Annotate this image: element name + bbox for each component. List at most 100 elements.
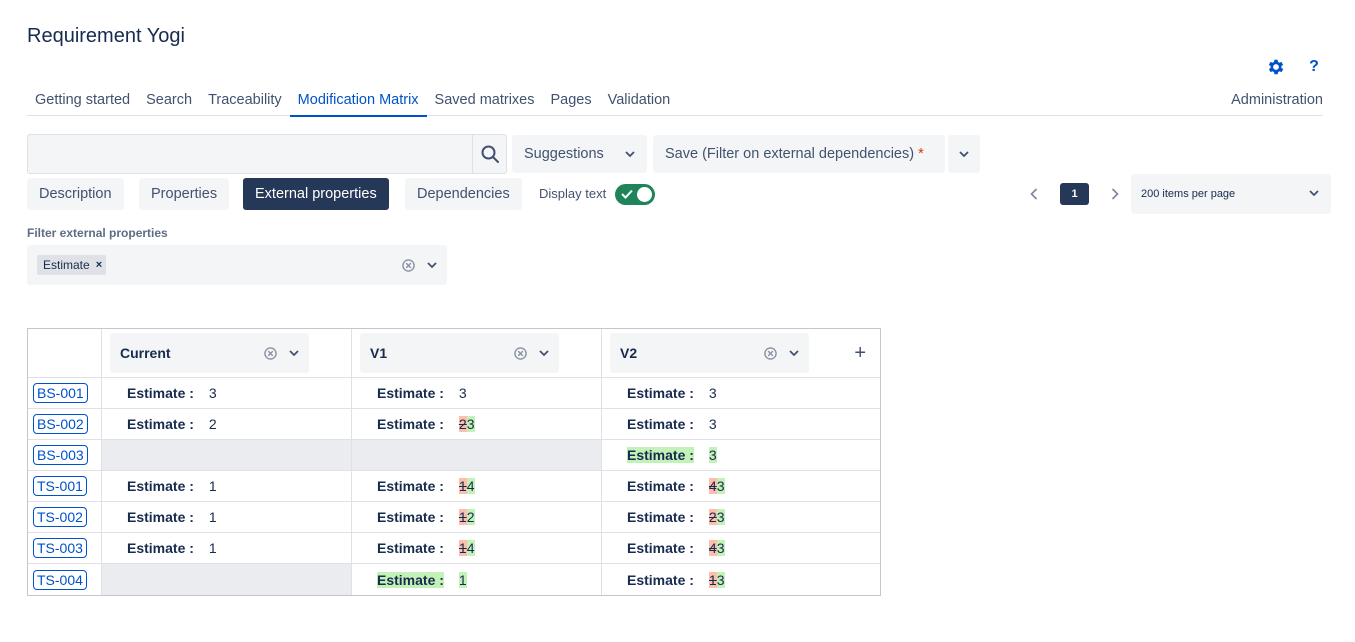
property-name: Estimate :	[627, 509, 694, 525]
toggle-knob	[637, 187, 652, 202]
property-cell: Estimate : 14	[352, 471, 602, 501]
tab-validation[interactable]: Validation	[600, 86, 679, 115]
property-value: 13	[708, 571, 725, 588]
requirement-key-link[interactable]: BS-003	[33, 445, 88, 465]
value-text: 1	[208, 509, 217, 525]
property-cell: Estimate : 3	[602, 409, 880, 439]
property-entry: Estimate : 3	[602, 447, 717, 463]
filter-external-properties-label: Filter external properties	[27, 226, 168, 240]
requirement-key-link[interactable]: TS-001	[33, 476, 87, 496]
chevron-down-icon	[959, 146, 969, 162]
suggestions-button[interactable]: Suggestions	[512, 135, 647, 173]
property-name: Estimate :	[377, 571, 444, 588]
top-icons: ?	[1265, 56, 1325, 78]
tab-administration[interactable]: Administration	[1223, 86, 1323, 115]
value-text: 1	[208, 540, 217, 556]
chevron-down-icon	[1309, 188, 1319, 200]
column-header-v1: V1	[352, 329, 602, 377]
property-value: 12	[458, 509, 475, 525]
table-row: TS-004 Estimate :1 Estimate :13	[28, 564, 880, 595]
added-value: 2	[466, 509, 475, 525]
tab-modification-matrix[interactable]: Modification Matrix	[289, 86, 427, 117]
table-row: TS-001 Estimate :1 Estimate :14 Estimate :4…	[28, 471, 880, 502]
chip-remove-icon[interactable]: ×	[96, 259, 102, 271]
property-name: Estimate :	[127, 540, 194, 556]
display-text-toggle[interactable]	[615, 184, 655, 205]
property-entry: Estimate : 12	[352, 509, 475, 525]
save-label: Save (Filter on external dependencies)	[665, 146, 915, 162]
matrix-header-row: Current V1 V2 +	[28, 329, 880, 378]
property-value: 3	[459, 385, 467, 401]
filter-chip-label: Estimate	[43, 258, 90, 272]
question-icon[interactable]: ?	[1303, 56, 1325, 78]
table-row: BS-001 Estimate : 3 Estimate : 3 Estimate : 3	[28, 378, 880, 409]
column-select-v2[interactable]: V2	[610, 333, 809, 373]
search-input[interactable]	[28, 135, 472, 173]
property-entry: Estimate : 1	[102, 478, 217, 494]
tab-pages[interactable]: Pages	[542, 86, 599, 115]
removed-value: 1	[458, 478, 467, 494]
removed-value: 4	[708, 540, 717, 556]
property-entry: Estimate : 1	[102, 509, 217, 525]
removed-value: 1	[708, 571, 717, 588]
subtab-dependencies[interactable]: Dependencies	[405, 178, 522, 210]
property-cell: Estimate : 12	[352, 502, 602, 532]
tab-traceability[interactable]: Traceability	[200, 86, 290, 115]
clear-icon[interactable]	[402, 258, 415, 272]
value-text: 3	[708, 385, 717, 401]
chevron-down-icon[interactable]	[289, 349, 299, 357]
value-text: 3	[708, 447, 717, 463]
property-name: Estimate :	[377, 416, 444, 432]
tab-saved-matrixes[interactable]: Saved matrixes	[427, 86, 543, 115]
page-number-current[interactable]: 1	[1060, 183, 1089, 205]
requirement-key-link[interactable]: BS-002	[33, 414, 88, 434]
items-per-page-select[interactable]: 200 items per page	[1131, 174, 1331, 214]
property-entry: Estimate : 2	[102, 416, 217, 432]
column-header-v2: V2 +	[602, 329, 880, 377]
table-row: TS-003 Estimate : 1 Estimate :14 Estimate :4…	[28, 533, 880, 564]
added-value: 3	[466, 416, 475, 432]
tab-search[interactable]: Search	[138, 86, 200, 115]
requirement-key-link[interactable]: TS-003	[33, 538, 87, 558]
property-cell: Estimate : 14	[352, 533, 602, 563]
tab-getting-started[interactable]: Getting started	[27, 86, 138, 115]
row-key-cell: BS-001	[28, 378, 102, 408]
chevron-down-icon[interactable]	[789, 349, 799, 357]
added-value: 4	[466, 478, 475, 494]
chevron-down-icon[interactable]	[427, 261, 437, 269]
column-select-current[interactable]: Current	[110, 333, 309, 373]
value-text: 2	[208, 416, 217, 432]
chevron-right-icon[interactable]	[1105, 188, 1125, 200]
table-row: BS-003 Estimate : 3	[28, 440, 880, 471]
column-select-v1[interactable]: V1	[360, 333, 559, 373]
chevron-left-icon[interactable]	[1024, 188, 1044, 200]
property-name: Estimate :	[377, 478, 444, 494]
property-name: Estimate :	[627, 416, 694, 432]
property-cell: Estimate : 43	[602, 533, 880, 563]
display-text-label: Display text	[539, 186, 607, 201]
save-button[interactable]: Save (Filter on external dependencies) *	[653, 135, 945, 173]
value-text: 3	[708, 416, 717, 432]
subtab-description[interactable]: Description	[27, 178, 124, 210]
requirement-key-link[interactable]: TS-004	[33, 569, 87, 590]
property-name: Estimate :	[127, 509, 194, 525]
gear-icon[interactable]	[1265, 56, 1287, 78]
search-bar	[27, 134, 507, 174]
empty-cell	[102, 564, 352, 595]
chevron-down-icon[interactable]	[539, 349, 549, 357]
clear-icon[interactable]	[514, 346, 527, 360]
clear-icon[interactable]	[764, 346, 777, 360]
filter-external-properties-select[interactable]: Estimate ×	[27, 245, 447, 285]
removed-value: 4	[708, 478, 717, 494]
property-cell: Estimate : 1	[102, 533, 352, 563]
search-icon[interactable]	[472, 135, 506, 173]
value-text: 3	[458, 385, 467, 401]
save-options-button[interactable]	[948, 135, 980, 173]
requirement-key-link[interactable]: BS-001	[33, 383, 88, 403]
clear-icon[interactable]	[264, 346, 277, 360]
subtab-properties[interactable]: Properties	[139, 178, 230, 210]
property-name: Estimate :	[127, 478, 194, 494]
plus-icon[interactable]: +	[854, 342, 866, 365]
requirement-key-link[interactable]: TS-002	[33, 507, 87, 527]
subtab-external-properties[interactable]: External properties	[243, 178, 389, 210]
